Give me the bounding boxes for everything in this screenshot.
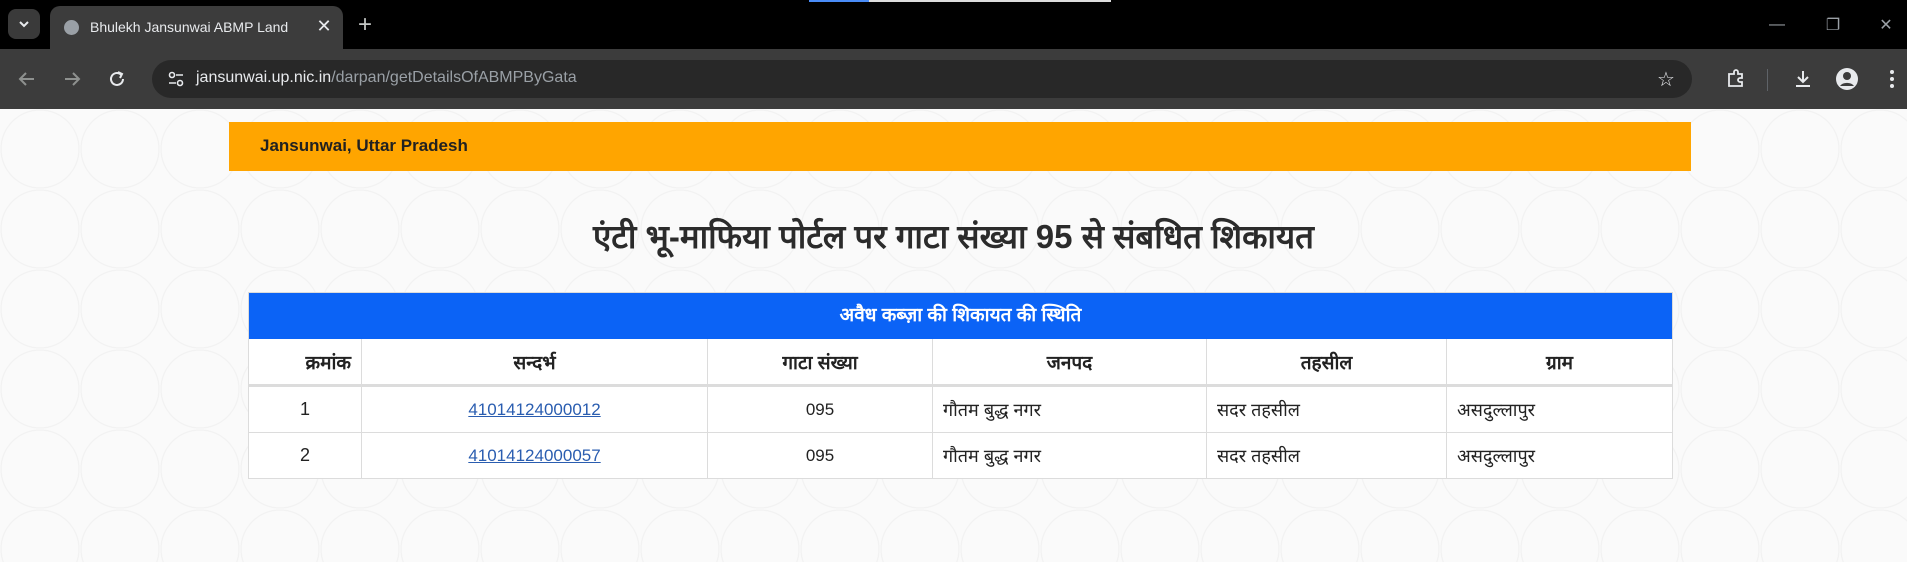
header-tehsil: तहसील bbox=[1207, 339, 1447, 384]
table-caption: अवैध कब्ज़ा की शिकायत की स्थिति bbox=[249, 293, 1672, 339]
village-cell: असदुल्लापुर bbox=[1457, 445, 1536, 466]
gata-cell: 095 bbox=[708, 387, 933, 432]
header-serial: क्रमांक bbox=[249, 339, 362, 384]
browser-tab-strip: Bhulekh Jansunwai ABMP Land ✕ + — ❐ ✕ bbox=[0, 0, 1907, 49]
more-menu-icon[interactable] bbox=[1878, 65, 1906, 93]
tab-search-button[interactable] bbox=[8, 9, 40, 39]
site-settings-icon[interactable] bbox=[166, 69, 186, 89]
reference-link[interactable]: 41014124000057 bbox=[468, 446, 600, 466]
url-path: /darpan/getDetailsOfABMPByGata bbox=[331, 69, 577, 86]
gata-value: 095 bbox=[805, 445, 835, 465]
header-reference: सन्दर्भ bbox=[362, 339, 708, 384]
reload-button[interactable] bbox=[102, 64, 132, 94]
web-page: Jansunwai, Uttar Pradesh एंटी भू-माफिया … bbox=[0, 109, 1907, 562]
serial-cell: 2 bbox=[249, 433, 362, 478]
header-village: ग्राम bbox=[1546, 352, 1573, 374]
chevron-down-icon bbox=[19, 21, 29, 28]
url-host: jansunwai.up.nic.in bbox=[196, 69, 332, 86]
tehsil-cell: सदर तहसील bbox=[1207, 387, 1447, 432]
globe-icon bbox=[64, 20, 79, 35]
forward-button[interactable] bbox=[57, 64, 87, 94]
url-text: jansunwai.up.nic.in/darpan/getDetailsOfA… bbox=[196, 69, 577, 87]
tehsil-cell: सदर तहसील bbox=[1207, 433, 1447, 478]
table-row: 2 41014124000057 095 गौतम बुद्ध नगर सदर … bbox=[249, 432, 1672, 478]
district-cell: गौतम बुद्ध नगर bbox=[933, 433, 1207, 478]
page-heading: एंटी भू-माफिया पोर्टल पर गाटा संख्या 95 … bbox=[593, 218, 1314, 255]
address-bar[interactable]: jansunwai.up.nic.in/darpan/getDetailsOfA… bbox=[152, 60, 1692, 98]
loading-indicator bbox=[809, 0, 1111, 2]
reference-link[interactable]: 41014124000012 bbox=[468, 400, 600, 420]
restore-icon[interactable]: ❐ bbox=[1820, 12, 1846, 38]
tab-title: Bhulekh Jansunwai ABMP Land bbox=[90, 19, 289, 35]
toolbar-separator bbox=[1767, 69, 1768, 91]
serial-cell: 1 bbox=[249, 387, 362, 432]
village-cell: असदुल्लापुर bbox=[1457, 399, 1536, 420]
site-title: Jansunwai, Uttar Pradesh bbox=[260, 136, 468, 155]
arrow-left-icon bbox=[18, 72, 34, 86]
reference-cell: 41014124000012 bbox=[362, 387, 708, 432]
extensions-icon[interactable] bbox=[1722, 65, 1750, 93]
new-tab-button[interactable]: + bbox=[350, 10, 380, 40]
close-window-icon[interactable]: ✕ bbox=[1873, 12, 1899, 38]
site-header-banner: Jansunwai, Uttar Pradesh bbox=[229, 122, 1691, 171]
download-icon[interactable] bbox=[1789, 65, 1817, 93]
header-district: जनपद bbox=[933, 339, 1207, 384]
back-button[interactable] bbox=[12, 64, 42, 94]
reference-cell: 41014124000057 bbox=[362, 433, 708, 478]
gata-cell: 095 bbox=[708, 433, 933, 478]
arrow-right-icon bbox=[65, 72, 81, 86]
complaint-status-table: अवैध कब्ज़ा की शिकायत की स्थिति क्रमांक … bbox=[248, 292, 1673, 479]
browser-tab-active[interactable]: Bhulekh Jansunwai ABMP Land ✕ bbox=[50, 6, 343, 49]
close-tab-icon[interactable]: ✕ bbox=[312, 14, 336, 38]
table-row: 1 41014124000012 095 गौतम बुद्ध नगर सदर … bbox=[249, 386, 1672, 432]
reload-icon bbox=[110, 71, 124, 86]
header-gata-number: गाटा संख्या bbox=[708, 339, 933, 384]
table-header-row: क्रमांक सन्दर्भ गाटा संख्या जनपद तहसील ग… bbox=[249, 339, 1672, 386]
profile-avatar-icon[interactable] bbox=[1833, 65, 1861, 93]
bookmark-star-icon[interactable]: ☆ bbox=[1654, 67, 1678, 91]
minimize-icon[interactable]: — bbox=[1764, 12, 1790, 38]
gata-value: 095 bbox=[805, 399, 835, 419]
district-cell: गौतम बुद्ध नगर bbox=[933, 387, 1207, 432]
browser-toolbar: jansunwai.up.nic.in/darpan/getDetailsOfA… bbox=[0, 49, 1907, 109]
